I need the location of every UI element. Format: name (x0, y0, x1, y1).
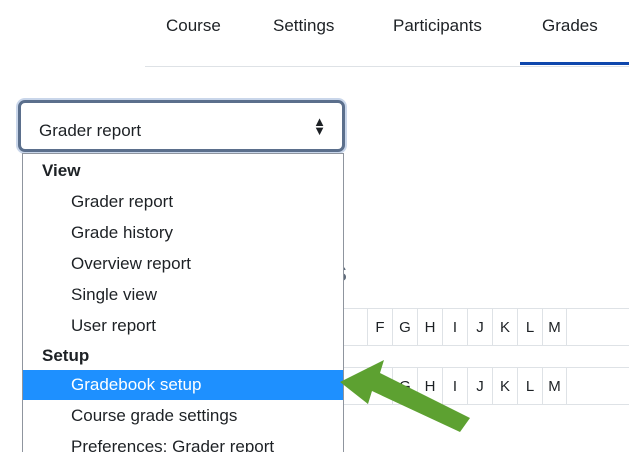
option-grade-history[interactable]: Grade history (23, 218, 343, 248)
report-dropdown-list: View Grader report Grade history Overvie… (22, 153, 344, 452)
letter-filter-k[interactable]: K (492, 368, 517, 404)
letter-filter-m[interactable]: M (542, 368, 567, 404)
tab-grades[interactable]: Grades (542, 16, 598, 36)
letter-filter-m[interactable]: M (542, 309, 567, 345)
option-overview-report[interactable]: Overview report (23, 249, 343, 279)
active-tab-indicator (520, 62, 629, 65)
option-user-report[interactable]: User report (23, 311, 343, 341)
green-arrow-icon (340, 360, 470, 432)
letter-filter-l[interactable]: L (517, 368, 542, 404)
report-selector-value: Grader report (39, 121, 142, 140)
letter-filter-j[interactable]: J (467, 309, 492, 345)
option-grader-report[interactable]: Grader report (23, 187, 343, 217)
letter-filter-l[interactable]: L (517, 309, 542, 345)
letter-filter-g[interactable]: G (392, 309, 417, 345)
tab-course[interactable]: Course (166, 16, 221, 36)
tab-participants[interactable]: Participants (393, 16, 482, 36)
letter-filter-h[interactable]: H (417, 309, 442, 345)
select-updown-icon: ▲ ▼ (313, 114, 326, 138)
secondary-navigation: Course Settings Participants Grades (145, 0, 629, 67)
option-preferences-grader-report[interactable]: Preferences: Grader report (23, 432, 343, 452)
optgroup-view: View (42, 161, 81, 180)
letter-filter-k[interactable]: K (492, 309, 517, 345)
report-selector[interactable]: Grader report ▲ ▼ (18, 100, 345, 152)
letter-filter-f[interactable]: F (367, 309, 392, 345)
tab-settings[interactable]: Settings (273, 16, 334, 36)
option-single-view[interactable]: Single view (23, 280, 343, 310)
option-course-grade-settings[interactable]: Course grade settings (23, 401, 343, 431)
option-gradebook-setup[interactable]: Gradebook setup (23, 370, 343, 400)
letter-filter-i[interactable]: I (442, 309, 467, 345)
optgroup-setup: Setup (42, 346, 90, 365)
